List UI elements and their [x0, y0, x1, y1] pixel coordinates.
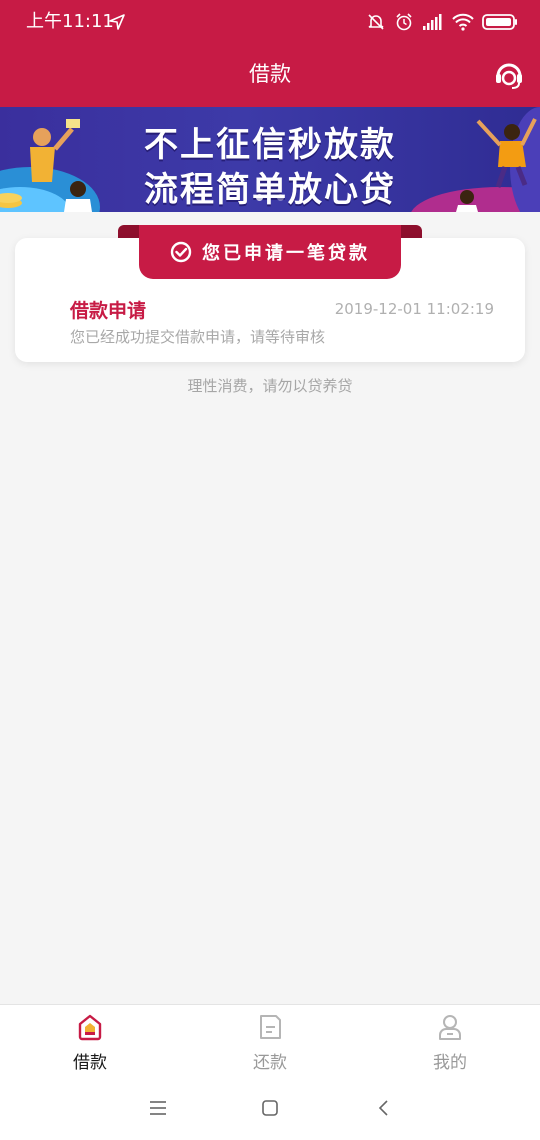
application-time: 2019-12-01 11:02:19 [334, 300, 494, 318]
tab-repay[interactable]: 还款 [180, 1005, 360, 1079]
tab-label: 还款 [253, 1053, 287, 1073]
alarm-icon [396, 13, 412, 31]
square-icon [262, 1100, 278, 1116]
status-bar: 上午11:11 [0, 0, 540, 44]
chevron-left-icon [378, 1100, 388, 1116]
banner-pagination [0, 194, 540, 202]
application-description: 您已经成功提交借款申请，请等待审核 [70, 328, 326, 346]
tab-label: 借款 [73, 1053, 107, 1073]
wifi-icon [452, 13, 474, 31]
banner-dot[interactable] [256, 194, 263, 201]
tab-label: 我的 [433, 1053, 467, 1073]
check-circle-icon [170, 241, 192, 263]
headset-icon [496, 63, 522, 89]
back-button[interactable] [370, 1096, 398, 1120]
application-status-ribbon: 您已申请一笔贷款 [139, 225, 401, 279]
responsible-borrowing-tip: 理性消费，请勿以贷养贷 [187, 377, 353, 395]
ribbon-fold-right [398, 225, 422, 239]
menu-icon [150, 1101, 166, 1115]
tab-borrow[interactable]: 借款 [0, 1005, 180, 1079]
menu-button[interactable] [144, 1096, 172, 1120]
title-bar: 借款 [0, 44, 540, 107]
banner-subheadline: 流程简单放心贷 [144, 170, 396, 210]
status-icons [366, 10, 518, 34]
ribbon-text: 您已申请一笔贷款 [202, 243, 370, 264]
banner-dot[interactable] [277, 194, 284, 201]
tab-mine[interactable]: 我的 [360, 1005, 540, 1079]
status-time: 上午11:11 [26, 11, 114, 32]
application-title: 借款申请 [70, 300, 147, 322]
customer-service-button[interactable] [492, 58, 526, 92]
page-title: 借款 [249, 62, 291, 86]
signal-icon [423, 14, 442, 30]
home-button[interactable] [256, 1096, 284, 1120]
document-icon [260, 1015, 281, 1039]
app-header: 上午11:11 借款 [0, 0, 540, 107]
system-navigation-bar [0, 1078, 540, 1140]
mute-bell-icon [368, 14, 384, 30]
location-arrow-icon [109, 14, 125, 30]
bottom-tab-bar: 借款 还款 我的 [0, 1004, 540, 1078]
battery-icon [482, 14, 517, 30]
home-icon [78, 1014, 102, 1041]
user-icon [439, 1015, 461, 1040]
banner-headline: 不上征信秒放款 [144, 125, 396, 165]
